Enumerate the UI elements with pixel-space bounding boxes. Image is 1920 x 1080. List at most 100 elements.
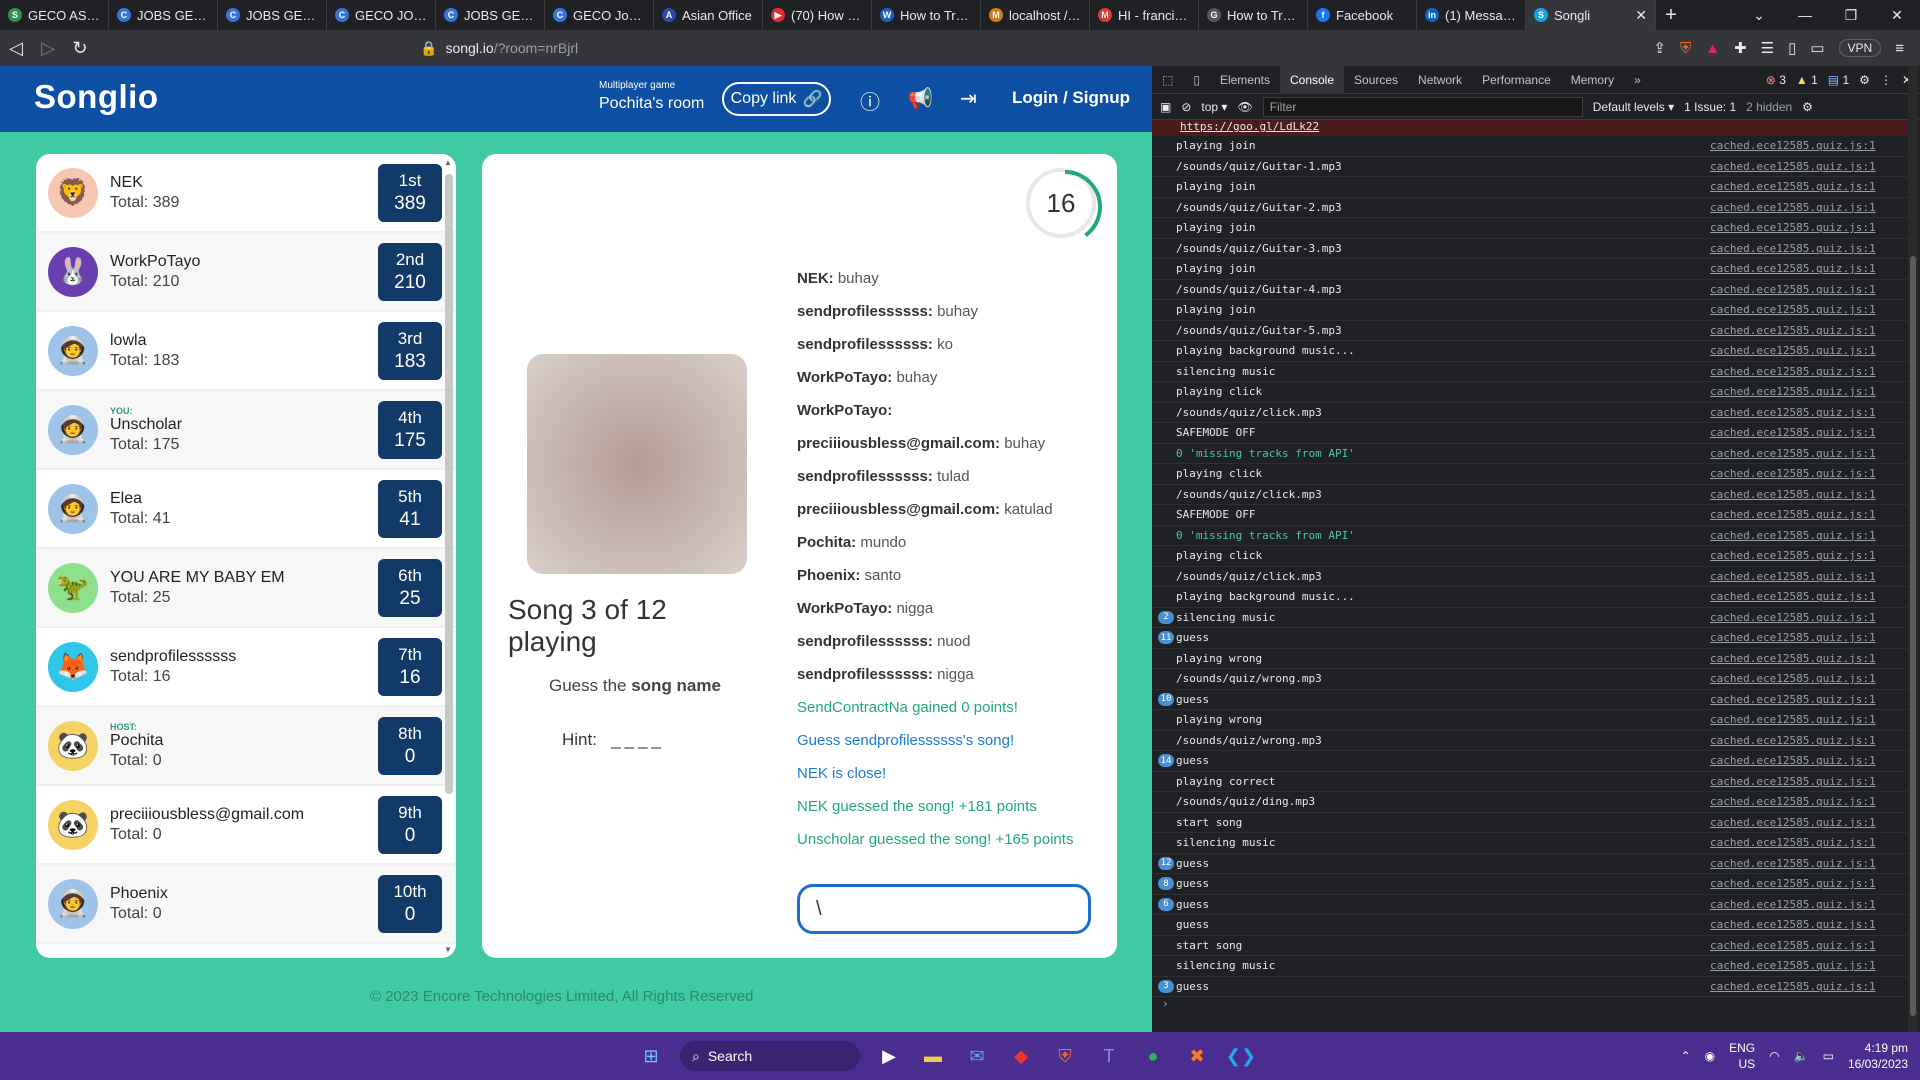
- log-source-link[interactable]: cached.ece12585.quiz.js:1: [1710, 754, 1876, 767]
- browser-tab[interactable]: C GECO Job Ad: [545, 0, 654, 30]
- player-row[interactable]: 🐼 preciiiousbless@gmail.com Total: 0 9th 0: [36, 786, 456, 865]
- more-tabs-icon[interactable]: »: [1624, 73, 1651, 87]
- menu-icon[interactable]: ≡: [1895, 40, 1904, 57]
- forward-icon[interactable]: ▷: [32, 38, 64, 59]
- browser-tab[interactable]: A Asian Office: [654, 0, 763, 30]
- guess-input[interactable]: \: [797, 884, 1091, 934]
- devtools-tab[interactable]: Performance: [1472, 73, 1561, 87]
- player-row[interactable]: 🦁 NEK Total: 389 1st 389: [36, 154, 456, 233]
- log-source-link[interactable]: cached.ece12585.quiz.js:1: [1710, 467, 1876, 480]
- browser-tab[interactable]: S GECO ASIA -: [0, 0, 109, 30]
- devtools-tab[interactable]: Elements: [1210, 73, 1280, 87]
- log-levels-select[interactable]: Default levels ▾: [1593, 100, 1674, 114]
- log-source-link[interactable]: cached.ece12585.quiz.js:1: [1710, 980, 1876, 993]
- log-source-link[interactable]: cached.ece12585.quiz.js:1: [1710, 160, 1876, 173]
- log-source-link[interactable]: cached.ece12585.quiz.js:1: [1710, 344, 1876, 357]
- sidebar-icon[interactable]: ▯: [1788, 39, 1796, 57]
- scroll-thumb[interactable]: [445, 174, 453, 794]
- vpn-button[interactable]: VPN: [1838, 39, 1882, 57]
- console-link[interactable]: https://goo.gl/LdLk22: [1152, 120, 1912, 136]
- browser-tab[interactable]: C JOBS GECO 2: [109, 0, 218, 30]
- log-source-link[interactable]: cached.ece12585.quiz.js:1: [1710, 447, 1876, 460]
- exit-icon[interactable]: ⇥: [960, 86, 977, 111]
- log-source-link[interactable]: cached.ece12585.quiz.js:1: [1710, 734, 1876, 747]
- browser-tab[interactable]: C JOBS GECO 2: [218, 0, 327, 30]
- wifi-icon[interactable]: ◠: [1769, 1049, 1779, 1063]
- player-list-scrollbar[interactable]: ▲ ▼: [444, 158, 454, 954]
- log-source-link[interactable]: cached.ece12585.quiz.js:1: [1710, 918, 1876, 931]
- browser-tab[interactable]: in (1) Messaging: [1417, 0, 1526, 30]
- issues-count[interactable]: 1 Issue: 1: [1684, 100, 1736, 114]
- meet-icon[interactable]: ▶: [874, 1041, 904, 1071]
- xampp-icon[interactable]: ✖: [1182, 1041, 1212, 1071]
- devtools-menu-icon[interactable]: ⋮: [1880, 73, 1892, 87]
- player-row[interactable]: 🦖 YOU ARE MY BABY EM Total: 25 6th 25: [36, 549, 456, 628]
- log-source-link[interactable]: cached.ece12585.quiz.js:1: [1710, 693, 1876, 706]
- log-source-link[interactable]: cached.ece12585.quiz.js:1: [1710, 795, 1876, 808]
- log-source-link[interactable]: cached.ece12585.quiz.js:1: [1710, 365, 1876, 378]
- log-source-link[interactable]: cached.ece12585.quiz.js:1: [1710, 652, 1876, 665]
- log-source-link[interactable]: cached.ece12585.quiz.js:1: [1710, 959, 1876, 972]
- devtools-settings-icon[interactable]: ⚙: [1859, 73, 1870, 87]
- log-source-link[interactable]: cached.ece12585.quiz.js:1: [1710, 816, 1876, 829]
- brave-shield-icon[interactable]: ⛨: [1680, 40, 1691, 57]
- player-row[interactable]: 🦊 sendprofilessssss Total: 16 7th 16: [36, 628, 456, 707]
- context-select[interactable]: top ▾: [1201, 100, 1227, 114]
- browser-tab[interactable]: G How to Track: [1199, 0, 1308, 30]
- log-source-link[interactable]: cached.ece12585.quiz.js:1: [1710, 406, 1876, 419]
- log-source-link[interactable]: cached.ece12585.quiz.js:1: [1710, 262, 1876, 275]
- browser-tab[interactable]: C GECO JOBS S: [327, 0, 436, 30]
- tray-expand-icon[interactable]: ⌃: [1681, 1049, 1691, 1063]
- rewards-icon[interactable]: ▲: [1705, 40, 1720, 57]
- share-icon[interactable]: ⇪: [1653, 39, 1666, 57]
- mail-icon[interactable]: ✉: [962, 1041, 992, 1071]
- back-icon[interactable]: ◁: [0, 38, 32, 59]
- restore-button[interactable]: ❐: [1828, 7, 1874, 24]
- spotify-icon[interactable]: ●: [1138, 1041, 1168, 1071]
- log-source-link[interactable]: cached.ece12585.quiz.js:1: [1710, 242, 1876, 255]
- game-app-icon[interactable]: ◆: [1006, 1041, 1036, 1071]
- browser-tab[interactable]: f Facebook: [1308, 0, 1417, 30]
- browser-tab[interactable]: C JOBS GECO 2: [436, 0, 545, 30]
- language-indicator[interactable]: ENG US: [1729, 1040, 1755, 1072]
- url-field[interactable]: 🔒 songl.io/?room=nrBjrl: [380, 34, 1500, 62]
- browser-tab[interactable]: ▶ (70) How to T: [763, 0, 872, 30]
- log-source-link[interactable]: cached.ece12585.quiz.js:1: [1710, 590, 1876, 603]
- player-row[interactable]: 🧑‍🚀 Elea Total: 41 5th 41: [36, 470, 456, 549]
- log-source-link[interactable]: cached.ece12585.quiz.js:1: [1710, 549, 1876, 562]
- wallet-icon[interactable]: ▭: [1810, 39, 1824, 57]
- inspect-icon[interactable]: ⬚: [1152, 73, 1183, 87]
- teams-icon[interactable]: T: [1094, 1041, 1124, 1071]
- log-source-link[interactable]: cached.ece12585.quiz.js:1: [1710, 488, 1876, 501]
- vscode-icon[interactable]: ❮❯: [1226, 1041, 1256, 1071]
- clear-console-icon[interactable]: ⊘: [1181, 100, 1191, 114]
- log-source-link[interactable]: cached.ece12585.quiz.js:1: [1710, 283, 1876, 296]
- warning-count[interactable]: ▲ 1: [1796, 73, 1818, 87]
- scroll-down-icon[interactable]: ▼: [444, 945, 452, 954]
- console-prompt[interactable]: ›: [1152, 997, 1912, 1015]
- log-source-link[interactable]: cached.ece12585.quiz.js:1: [1710, 836, 1876, 849]
- player-row[interactable]: 🧑‍🚀 Phoenix Total: 0 10th 0: [36, 865, 456, 944]
- file-explorer-icon[interactable]: ▬: [918, 1041, 948, 1071]
- error-count[interactable]: ⊗ 3: [1766, 73, 1786, 87]
- taskbar-search[interactable]: ⌕ Search: [680, 1041, 860, 1071]
- console-settings-icon[interactable]: ⚙: [1802, 100, 1813, 114]
- tab-close-icon[interactable]: ✕: [1635, 7, 1647, 24]
- devtools-scrollbar[interactable]: [1908, 66, 1918, 1032]
- new-tab-button[interactable]: +: [1656, 4, 1686, 27]
- message-count[interactable]: ▤ 1: [1828, 73, 1849, 87]
- browser-tab[interactable]: S Songli ✕: [1526, 0, 1656, 30]
- log-source-link[interactable]: cached.ece12585.quiz.js:1: [1710, 570, 1876, 583]
- log-source-link[interactable]: cached.ece12585.quiz.js:1: [1710, 303, 1876, 316]
- volume-icon[interactable]: 🔈: [1794, 1049, 1809, 1063]
- log-source-link[interactable]: cached.ece12585.quiz.js:1: [1710, 201, 1876, 214]
- player-row[interactable]: 🧑‍🚀 YOU: Unscholar Total: 175 4th 175: [36, 391, 456, 470]
- log-source-link[interactable]: cached.ece12585.quiz.js:1: [1710, 611, 1876, 624]
- log-source-link[interactable]: cached.ece12585.quiz.js:1: [1710, 324, 1876, 337]
- log-source-link[interactable]: cached.ece12585.quiz.js:1: [1710, 672, 1876, 685]
- reload-icon[interactable]: ↻: [64, 38, 96, 59]
- log-source-link[interactable]: cached.ece12585.quiz.js:1: [1710, 631, 1876, 644]
- battery-icon[interactable]: ▭: [1823, 1049, 1834, 1063]
- log-source-link[interactable]: cached.ece12585.quiz.js:1: [1710, 180, 1876, 193]
- browser-tab[interactable]: W How to Track: [872, 0, 981, 30]
